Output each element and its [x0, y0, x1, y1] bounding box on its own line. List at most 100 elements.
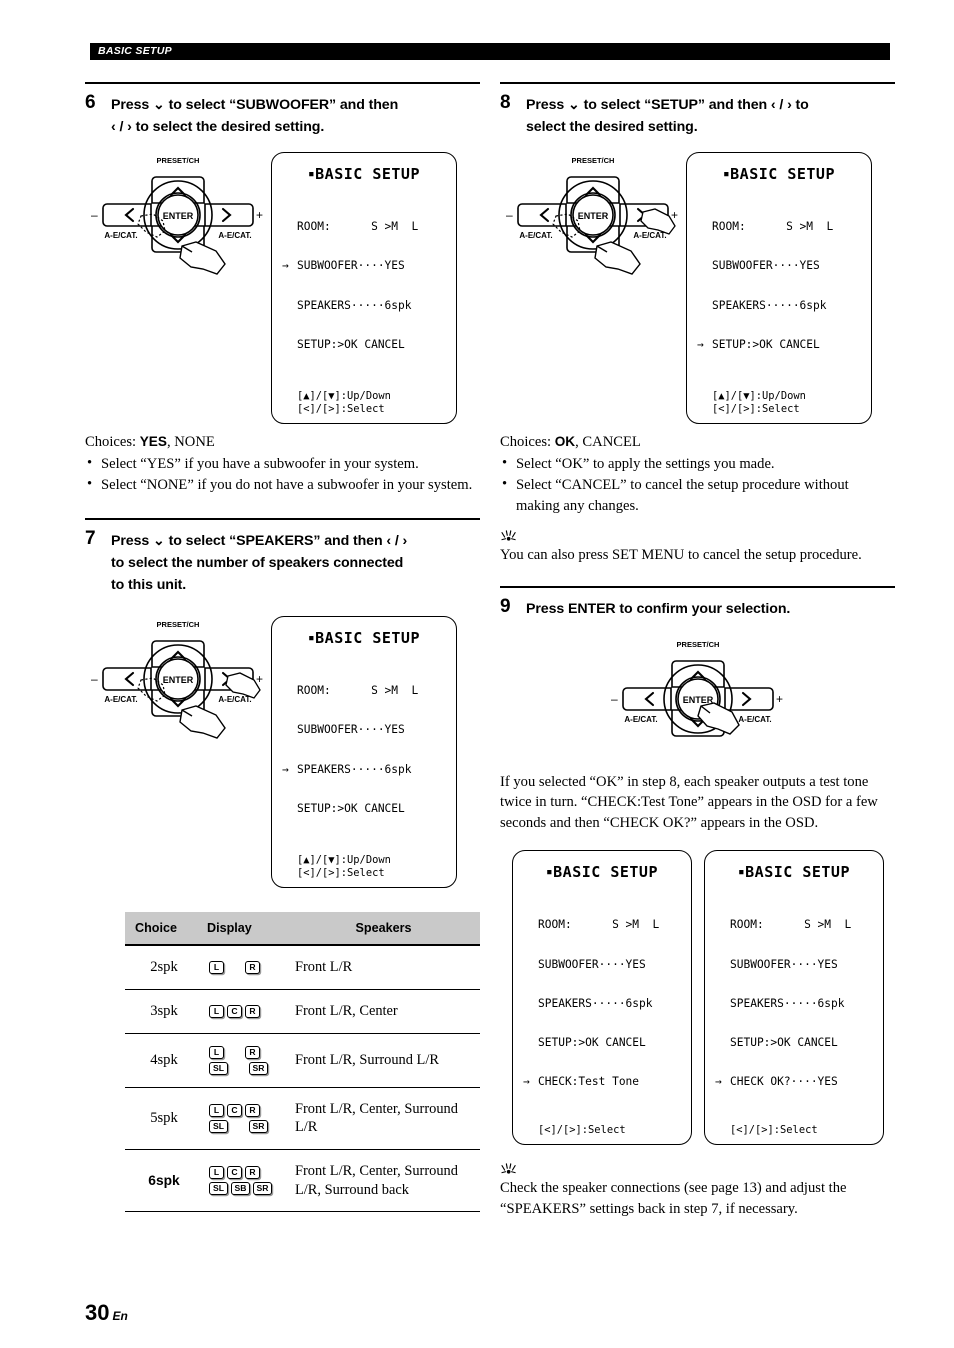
step-6-choices: Choices: YES, NONE — [85, 434, 215, 451]
osd-title: ▪BASIC SETUP — [308, 628, 420, 647]
speaker-chip-c: C — [227, 1166, 242, 1180]
right-ae-cat-label: A-E/CAT. — [738, 715, 771, 724]
speaker-chip-r: R — [245, 1166, 260, 1180]
cell-speakers: Front L/R, Center, Surround L/R — [287, 1087, 480, 1151]
step-8-body: Choices: OK, CANCEL Select “OK” to apply… — [500, 432, 895, 516]
right-column: 8 Press ⌄ to select “SETUP” and then ‹ /… — [500, 82, 895, 1220]
step-8-divider — [500, 82, 895, 84]
speaker-chip-sl: SL — [209, 1119, 228, 1133]
osd-line: SETUP:>OK CANCEL — [297, 801, 405, 815]
minus-label: – — [506, 208, 513, 222]
left-column: 6 Press ⌄ to select “SUBWOOFER” and then… — [85, 82, 480, 1213]
remote-dpad-diagram: ENTER PRESET/CH A-E/CAT. A-E/CAT. – + — [85, 616, 271, 740]
speaker-chip-r: R — [245, 1103, 260, 1117]
osd-line: ROOM: S >M L — [712, 220, 834, 234]
speaker-chip-r: R — [245, 1004, 260, 1018]
step-6-divider — [85, 82, 480, 84]
speaker-chip-row-bottom: SL SB SR — [209, 1182, 283, 1196]
cell-display: L R SL SR — [203, 1033, 287, 1088]
step-7-title-line1: Press ⌄ to select “SPEAKERS” and then ‹ … — [111, 532, 408, 549]
cell-display: L C R — [203, 989, 287, 1034]
dpad-svg: ENTER PRESET/CH A-E/CAT. A-E/CAT. – + — [506, 156, 678, 275]
osd-line: SUBWOOFER····YES — [297, 723, 405, 737]
section-header-bar: BASIC SETUP — [90, 43, 890, 60]
step-7: 7 Press ⌄ to select “SPEAKERS” and then … — [85, 517, 480, 1213]
speaker-chip-row-bottom: SL SR — [209, 1119, 283, 1133]
speaker-chip-sr: SR — [249, 1119, 268, 1133]
step-6-title-line2: ‹ / › to select the desired setting. — [111, 119, 325, 135]
osd-footer: [<]/[>]:Select — [538, 1123, 626, 1136]
speaker-chip-row-bottom: SL SR — [209, 1061, 283, 1075]
osd-line: SETUP:>OK CANCEL — [538, 1036, 646, 1050]
step-7-number: 7 — [85, 527, 96, 549]
preset-ch-label: PRESET/CH — [572, 156, 615, 165]
osd-menu-lines: ROOM: S >M L SUBWOOFER····YES SPEAKERS··… — [715, 892, 873, 1115]
step-8-title-line1: Press ⌄ to select “SETUP” and then ‹ / ›… — [526, 97, 809, 113]
step-9-divider — [500, 585, 895, 588]
column-header-display: Display — [203, 912, 287, 947]
step-6-bullet-list: Select “YES” if you have a subwoofer in … — [85, 453, 480, 496]
tip-sunburst-icon — [501, 530, 516, 541]
cell-speakers: Front L/R, Center — [287, 989, 480, 1034]
speaker-chip-row-top: L R — [209, 1045, 283, 1059]
speaker-chip-l: L — [209, 961, 224, 974]
osd-footer: [▲]/[▼]:Up/Down [<]/[>]:Select — [297, 390, 391, 415]
step-9-body: If you selected “OK” in step 8, each spe… — [500, 773, 878, 832]
speaker-chip-row-top: L C R — [209, 1166, 283, 1180]
table-row: 4spk L R SL SR Front L/R, Surround L/R — [125, 1033, 480, 1088]
speaker-chip-l: L — [209, 1103, 224, 1117]
step-9-title-line1: Press ENTER to confirm your selection. — [526, 600, 791, 617]
osd-line: → CHECK:Test Tone — [523, 1075, 640, 1089]
osd-footer: [▲]/[▼]:Up/Down [<]/[>]:Select — [712, 390, 806, 415]
osd-line: SETUP:>OK CANCEL — [730, 1036, 838, 1050]
speaker-chip-c: C — [227, 1103, 242, 1117]
hand-pointer-down-icon — [179, 241, 226, 275]
page-language: En — [112, 1309, 128, 1323]
hand-pointer-down-icon — [594, 241, 641, 275]
step-9: 9 Press ENTER to confirm your selection. — [500, 585, 895, 1220]
step-7-title-line2: to select the number of speakers connect… — [111, 554, 404, 571]
dpad-svg: ENTER PRESET/CH A-E/CAT. A-E/CAT. – + — [611, 640, 783, 737]
table-header-row: Choice Display Speakers — [125, 912, 480, 947]
speaker-chip-row-top: L R — [209, 961, 283, 974]
step-9-tip: Check the speaker connections (see page … — [500, 1163, 895, 1220]
tip-sunburst-icon — [501, 1163, 516, 1174]
osd-menu-lines: ROOM: S >M L SUBWOOFER····YES SPEAKERS··… — [697, 194, 861, 377]
osd-screen-step8: ▪BASIC SETUP ROOM: S >M L SUBWOOFER····Y… — [686, 152, 872, 425]
speaker-chip-row-top: L C R — [209, 1103, 283, 1117]
step-9-figure: ENTER PRESET/CH A-E/CAT. A-E/CAT. – + — [500, 636, 895, 760]
step-6-figure: ENTER PRESET/CH A-E/CAT. A-E/CAT. – + ▪B… — [85, 152, 480, 425]
section-header-label: BASIC SETUP — [98, 45, 172, 57]
step-7-title-line3: to this unit. — [111, 576, 187, 593]
osd-title: ▪BASIC SETUP — [308, 165, 420, 183]
step-8-tip-text: You can also press SET MENU to cancel th… — [500, 546, 862, 563]
osd-footer: [▲]/[▼]:Up/Down [<]/[>]:Select — [297, 854, 391, 879]
right-ae-cat-label: A-E/CAT. — [218, 231, 251, 240]
page-footer: 30 En — [85, 1300, 128, 1326]
speaker-chip-spacer — [227, 961, 242, 974]
speaker-chip-sl: SL — [209, 1061, 228, 1075]
hand-pointer-enter-icon — [696, 701, 740, 735]
step-7-divider — [85, 517, 480, 520]
table-row: 5spk L C R SL SR Front L/R, Center, Surr… — [125, 1087, 480, 1151]
cell-choice: 2spk — [125, 945, 203, 990]
cell-speakers: Front L/R, Surround L/R — [287, 1033, 480, 1088]
list-item: Select “CANCEL” to cancel the setup proc… — [500, 474, 895, 517]
remote-dpad-diagram: ENTER PRESET/CH A-E/CAT. A-E/CAT. – + — [500, 152, 686, 276]
osd-line: SPEAKERS·····6spk — [730, 996, 845, 1010]
left-ae-cat-label: A-E/CAT. — [519, 231, 552, 240]
osd-line: → SETUP:>OK CANCEL — [697, 338, 820, 352]
speaker-chip-sl: SL — [209, 1182, 228, 1196]
remote-dpad-diagram: ENTER PRESET/CH A-E/CAT. A-E/CAT. – + — [85, 152, 271, 276]
right-ae-cat-label: A-E/CAT. — [633, 231, 666, 240]
column-header-choice: Choice — [125, 912, 203, 947]
minus-label: – — [91, 672, 98, 686]
step-9-osd-pair: ▪BASIC SETUP ROOM: S >M L SUBWOOFER····Y… — [512, 850, 895, 1146]
step-9-number: 9 — [500, 595, 511, 617]
cell-choice: 6spk — [125, 1149, 203, 1213]
speaker-choice-table: Choice Display Speakers 2spk L R Front L… — [125, 912, 480, 1213]
cell-display: L R — [203, 945, 287, 990]
dpad-svg: ENTER PRESET/CH A-E/CAT. A-E/CAT. – + — [91, 620, 263, 739]
step-8-choices: Choices: OK, CANCEL — [500, 434, 641, 451]
step-9-tip-text: Check the speaker connections (see page … — [500, 1180, 847, 1218]
